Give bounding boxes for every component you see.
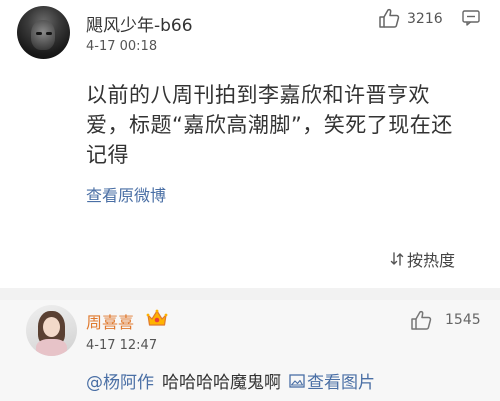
comment-icon[interactable] [462,10,480,26]
reply-text: 哈哈哈哈魔鬼啊 [162,373,281,393]
avatar-eye [46,32,52,35]
thumbs-up-icon[interactable] [410,309,432,331]
view-original-link[interactable]: 查看原微博 [86,182,166,206]
view-image-link[interactable]: 查看图片 [289,368,375,393]
avatar-face [31,20,55,50]
comment-card: 飓风少年-b66 4-17 00:18 3216 以前的八周刊拍到李嘉欣和许晋亨… [0,0,500,288]
avatar-face [43,317,60,337]
like-count: 3216 [407,11,443,27]
sort-by-hot-button[interactable]: 按热度 [390,247,455,271]
reply-like-count: 1545 [445,312,481,328]
reply-content: @杨阿作 哈哈哈哈魔鬼啊 查看图片 [86,368,375,393]
avatar-eye [36,32,42,35]
reply-avatar[interactable] [26,305,77,356]
avatar-body [36,339,67,356]
sort-label: 按热度 [407,251,456,270]
crown-badge-icon [146,309,168,326]
avatar[interactable] [17,6,70,59]
mention-link[interactable]: @杨阿作 [86,368,154,393]
comment-username[interactable]: 飓风少年-b66 [86,11,193,36]
reply-timestamp: 4-17 12:47 [86,338,158,353]
comment-content: 以前的八周刊拍到李嘉欣和许晋亨欢爱，标题“嘉欣高潮脚”，笑死了现在还记得 [86,83,453,167]
section-divider [0,288,500,300]
image-icon [289,373,305,388]
comment-timestamp: 4-17 00:18 [86,39,158,54]
thumbs-up-icon[interactable] [378,7,400,29]
sort-icon [390,252,404,266]
reply-username[interactable]: 周喜喜 [86,309,134,333]
view-image-label: 查看图片 [307,373,375,393]
